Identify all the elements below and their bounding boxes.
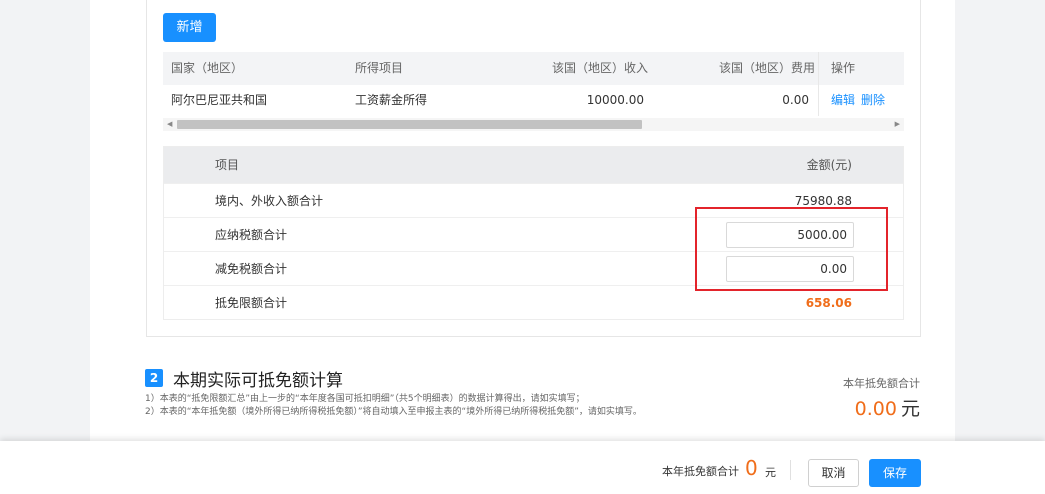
horizontal-scrollbar[interactable]: ◀ ▶ <box>163 118 904 131</box>
note-2: 2）本表的“本年抵免额（境外所得已纳所得税抵免额）”将自动填入至申报主表的“境外… <box>145 407 642 417</box>
footer-total-value: 0 <box>745 456 758 480</box>
col-item: 所得项目 <box>355 61 404 75</box>
scroll-left-icon[interactable]: ◀ <box>167 118 172 131</box>
summary-label: 减免税额合计 <box>215 262 288 276</box>
cell-country: 阿尔巴尼亚共和国 <box>171 93 268 107</box>
page-content: 新增 国家（地区） 所得项目 该国（地区）收入 该国（地区）费用 阿尔巴尼亚共和… <box>90 0 955 494</box>
section-number-badge: 2 <box>145 369 163 387</box>
section-title: 本期实际可抵免额计算 <box>173 371 343 391</box>
operation-column: 操作 编辑 删除 <box>818 52 904 116</box>
summary-header: 项目 金额(元) <box>164 147 903 183</box>
section-total-value: 0.00 <box>854 398 897 420</box>
col-operation: 操作 <box>831 61 856 75</box>
country-table: 国家（地区） 所得项目 该国（地区）收入 该国（地区）费用 阿尔巴尼亚共和国 工… <box>163 52 904 131</box>
note-1: 1）本表的“抵免限额汇总”由上一步的“本年度各国可抵扣明细”（共5个明细表）的数… <box>145 394 585 404</box>
section-total-unit: 元 <box>900 398 920 420</box>
summary-label: 抵免限额合计 <box>215 296 288 310</box>
summary-header-label: 项目 <box>215 158 240 172</box>
summary-label: 应纳税额合计 <box>215 228 288 242</box>
edit-link[interactable]: 编辑 <box>831 93 855 107</box>
summary-header-value: 金额(元) <box>806 158 852 172</box>
cancel-button[interactable]: 取消 <box>808 459 859 487</box>
footer-total-label: 本年抵免额合计 <box>662 465 739 478</box>
table-row: 阿尔巴尼亚共和国 工资薪金所得 10000.00 0.00 <box>163 85 904 116</box>
footer-total-unit: 元 <box>765 466 776 479</box>
delete-link[interactable]: 删除 <box>861 93 885 107</box>
highlight-box <box>695 207 888 291</box>
cell-income: 10000.00 <box>586 93 644 107</box>
summary-label: 境内、外收入额合计 <box>215 194 324 208</box>
col-income: 该国（地区）收入 <box>552 61 649 75</box>
col-expense: 该国（地区）费用 <box>719 61 816 75</box>
footer-divider <box>790 460 791 480</box>
section-notes: 1）本表的“抵免限额汇总”由上一步的“本年度各国可抵扣明细”（共5个明细表）的数… <box>145 393 642 419</box>
credit-limit-value: 658.06 <box>805 296 852 310</box>
table-header: 国家（地区） 所得项目 该国（地区）收入 该国（地区）费用 <box>163 52 904 85</box>
save-button[interactable]: 保存 <box>869 459 921 487</box>
footer-bar: 本年抵免额合计 0 元 取消 保存 <box>0 441 1045 494</box>
add-button[interactable]: 新增 <box>163 13 216 42</box>
scrollbar-thumb[interactable] <box>177 120 642 129</box>
cell-expense: 0.00 <box>782 93 809 107</box>
cell-item: 工资薪金所得 <box>355 93 428 107</box>
row-actions: 编辑 删除 <box>831 85 891 116</box>
col-country: 国家（地区） <box>171 61 244 75</box>
section-total-label: 本年抵免额合计 <box>843 377 920 390</box>
scroll-right-icon[interactable]: ▶ <box>895 118 900 131</box>
section-total: 0.00 元 <box>855 394 920 421</box>
